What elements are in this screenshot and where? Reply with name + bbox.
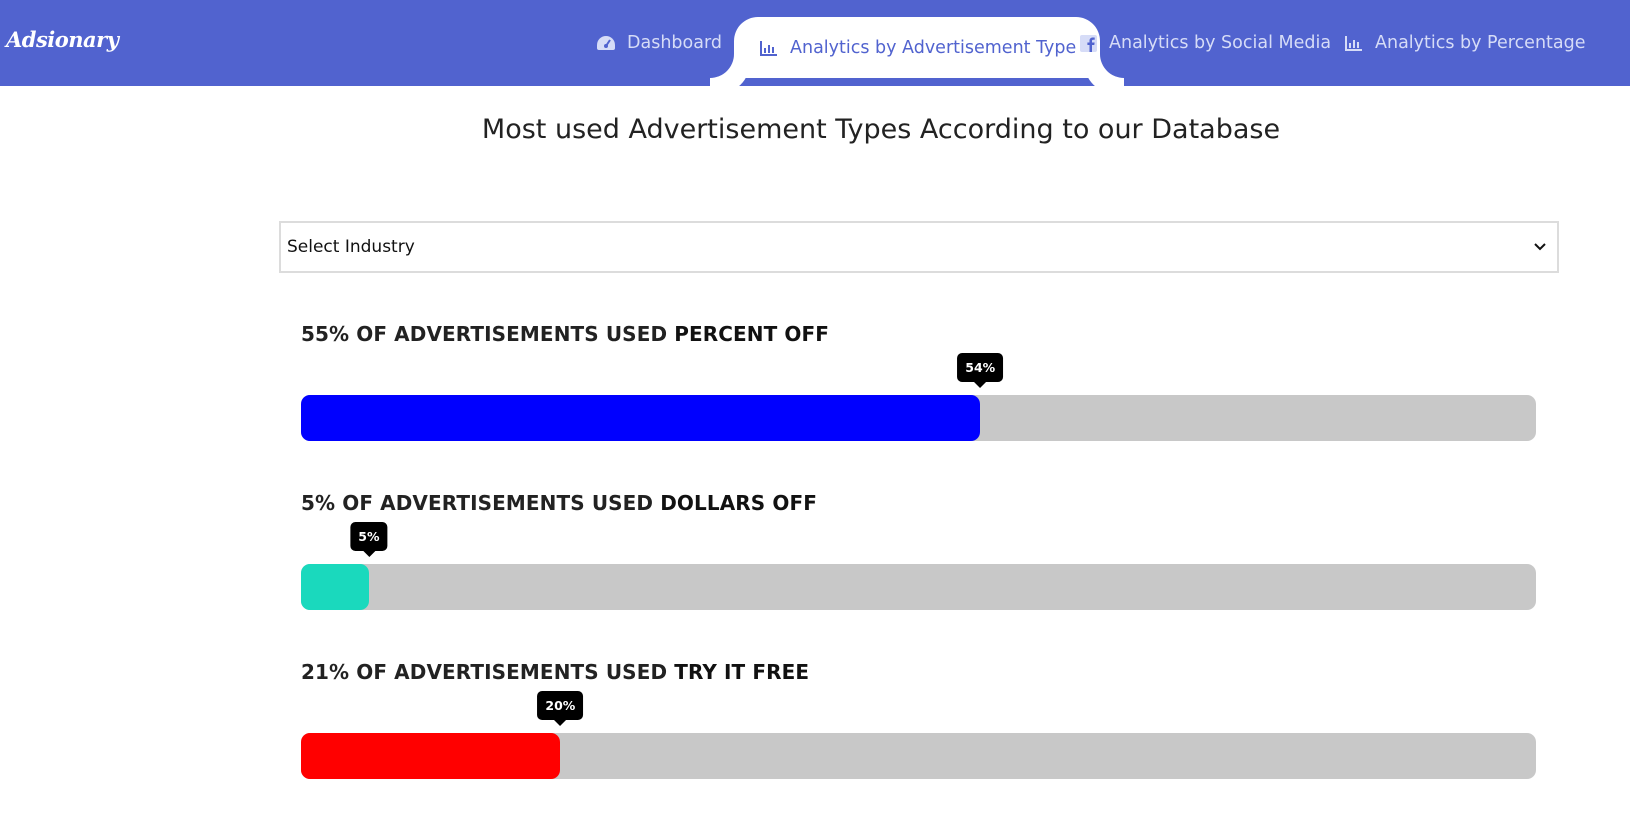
metric-label: 55% OF ADVERTISEMENTS USED PERCENT OFF: [301, 322, 1536, 346]
metric-label-prefix: 55% OF ADVERTISEMENTS USED: [301, 322, 675, 346]
metric-label-prefix: 21% OF ADVERTISEMENTS USED: [301, 660, 675, 684]
progress-fill: [301, 733, 561, 779]
metric-dollars-off: 5% OF ADVERTISEMENTS USED DOLLARS OFF 5%: [301, 491, 1536, 610]
nav-dashboard-label: Dashboard: [627, 33, 722, 53]
gauge-icon: [595, 32, 617, 54]
bar-chart-icon: [758, 37, 780, 59]
nav-analytics-by-percentage-label: Analytics by Percentage: [1375, 33, 1586, 53]
nav-analytics-by-percentage[interactable]: Analytics by Percentage: [1343, 18, 1586, 68]
metric-label-type: DOLLARS OFF: [660, 491, 817, 515]
progress-track: 5%: [301, 522, 1536, 610]
progress-tooltip: 5%: [350, 522, 388, 557]
nav-dashboard[interactable]: Dashboard: [595, 18, 722, 68]
metric-label: 21% OF ADVERTISEMENTS USED TRY IT FREE: [301, 660, 1536, 684]
facebook-icon: [1077, 32, 1099, 54]
industry-select[interactable]: Select Industry: [279, 221, 1559, 273]
chevron-down-icon: [1531, 237, 1549, 255]
page-title: Most used Advertisement Types According …: [481, 114, 1281, 145]
tab-analytics-by-advertisement-type-label: Analytics by Advertisement Type: [790, 37, 1077, 58]
top-navbar: Adsionary Dashboard Analytics by Adverti…: [0, 0, 1630, 86]
metric-label-type: PERCENT OFF: [674, 322, 830, 346]
brand-logo[interactable]: Adsionary: [6, 27, 119, 52]
nav-analytics-by-social-media-label: Analytics by Social Media: [1109, 33, 1332, 53]
progress-tooltip: 54%: [957, 353, 1004, 388]
metric-try-it-free: 21% OF ADVERTISEMENTS USED TRY IT FREE 2…: [301, 660, 1536, 779]
progress-fill: [301, 564, 369, 610]
metric-label-type: TRY IT FREE: [674, 660, 810, 684]
metric-percent-off: 55% OF ADVERTISEMENTS USED PERCENT OFF 5…: [301, 322, 1536, 441]
progress-tooltip: 20%: [537, 691, 584, 726]
bar-chart-icon: [1343, 32, 1365, 54]
industry-select-value: Select Industry: [287, 237, 415, 257]
tab-analytics-by-advertisement-type[interactable]: Analytics by Advertisement Type: [734, 17, 1101, 78]
progress-track: 20%: [301, 691, 1536, 779]
nav-analytics-by-social-media[interactable]: Analytics by Social Media: [1077, 18, 1331, 68]
metric-label: 5% OF ADVERTISEMENTS USED DOLLARS OFF: [301, 491, 1536, 515]
metric-label-prefix: 5% OF ADVERTISEMENTS USED: [301, 491, 661, 515]
progress-track: 54%: [301, 353, 1536, 441]
progress-fill: [301, 395, 981, 441]
